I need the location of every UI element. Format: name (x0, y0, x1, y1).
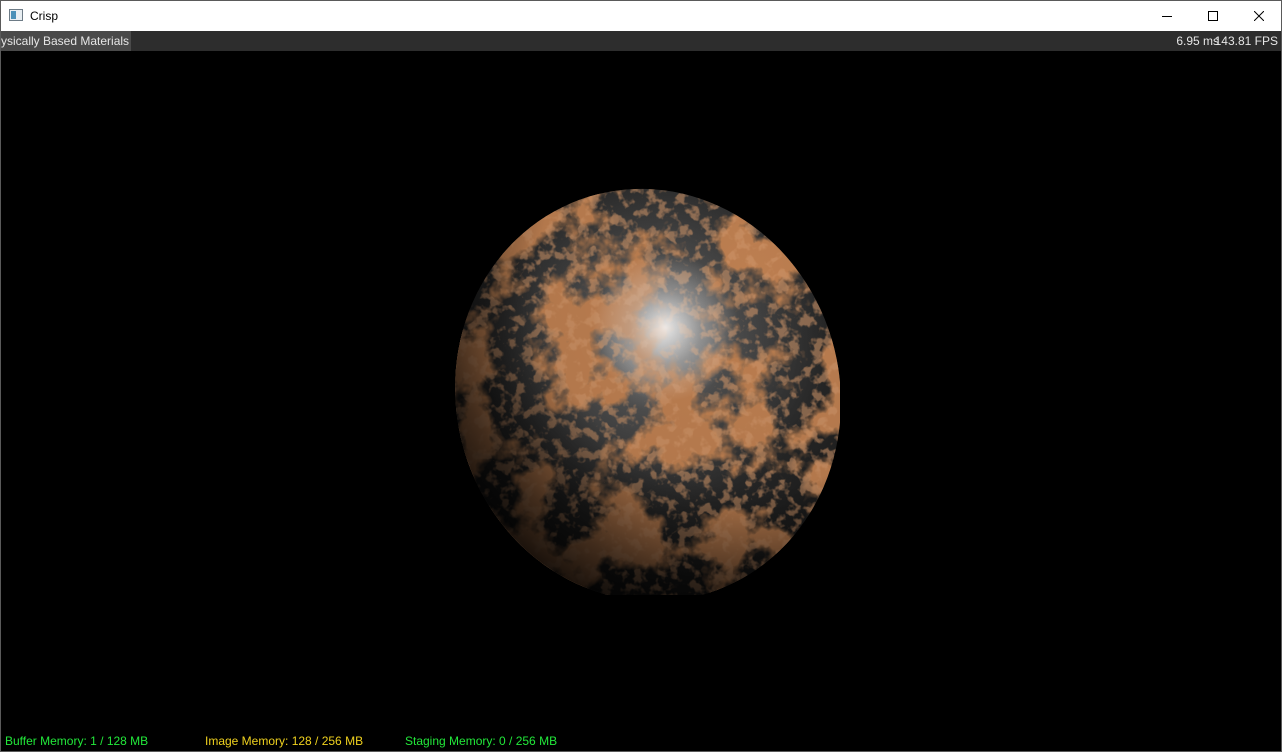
minimize-icon (1162, 16, 1172, 17)
title-bar[interactable]: Crisp (1, 1, 1281, 31)
frame-time-readout: 6.95 ms (1176, 34, 1219, 48)
image-memory-readout: Image Memory: 128 / 256 MB (205, 734, 364, 748)
memory-stats-bar: Buffer Memory: 1 / 128 MB Image Memory: … (1, 732, 1281, 751)
fps-readout: 143.81 FPS (1214, 34, 1278, 48)
minimize-button[interactable] (1144, 1, 1190, 31)
close-icon (1254, 11, 1264, 21)
staging-memory-readout: Staging Memory: 0 / 256 MB (405, 734, 558, 748)
window-title: Crisp (30, 9, 59, 23)
buffer-memory-readout: Buffer Memory: 1 / 128 MB (5, 734, 149, 748)
render-viewport[interactable] (1, 51, 1281, 732)
app-window-icon (9, 9, 23, 21)
app-window: Crisp ysically Based Materials 6.95 ms 1… (0, 0, 1282, 752)
scene-name-label[interactable]: ysically Based Materials (1, 31, 132, 51)
maximize-icon (1208, 11, 1218, 21)
close-button[interactable] (1236, 1, 1282, 31)
rusted-metal-sphere-render (434, 183, 840, 595)
stats-overlay-bar: ysically Based Materials 6.95 ms 143.81 … (1, 31, 1281, 51)
rendered-sphere (434, 183, 840, 595)
maximize-button[interactable] (1190, 1, 1236, 31)
